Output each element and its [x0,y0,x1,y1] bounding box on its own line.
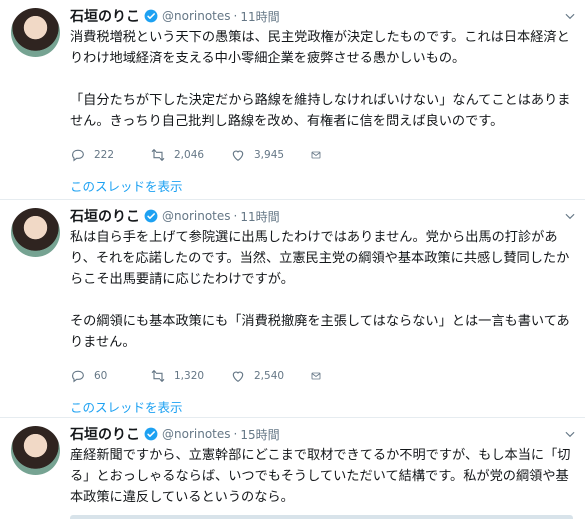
reply-button[interactable]: 222 [70,147,150,163]
author-handle[interactable]: @norinotes [162,209,231,223]
verified-badge-icon [144,209,158,223]
separator-dot: · [233,209,238,223]
separator-dot: · [233,9,238,23]
tweet-actions: 222 2,046 3,945 [70,138,573,172]
author-name[interactable]: 石垣のりこ [70,6,140,26]
retweet-button[interactable]: 2,046 [150,147,230,163]
tweet[interactable]: 石垣のりこ @norinotes · 11時間 私は自ら手を上げて参院選に出馬し… [0,200,585,418]
like-count: 2,540 [254,370,285,382]
like-count: 3,945 [254,149,285,161]
tweet-paragraph: 「自分たちが下した決定だから路線を維持しなければいけない」なんてことはありません… [70,93,571,129]
chevron-down-icon[interactable] [563,208,577,222]
like-button[interactable]: 3,945 [230,147,310,163]
author-handle[interactable]: @norinotes [162,9,231,23]
author-name[interactable]: 石垣のりこ [70,206,140,226]
author-name[interactable]: 石垣のりこ [70,424,140,444]
chevron-down-icon[interactable] [563,8,577,22]
like-button[interactable]: 2,540 [230,368,310,384]
reply-count: 222 [94,149,115,161]
tweet-timestamp[interactable]: 11時間 [240,208,279,225]
tweet[interactable]: 石垣のりこ @norinotes · 15時間 産経新聞ですから、立憲幹部にどこ… [0,418,585,519]
tweet-text: 産経新聞ですから、立憲幹部にどこまで取材できてるか不明ですが、もし本当に「切る」… [70,445,573,508]
tweet-text: 私は自ら手を上げて参院選に出馬したわけではありません。党から出馬の打診があり、そ… [70,227,573,353]
avatar[interactable] [11,8,60,57]
heart-icon [232,150,244,162]
show-thread-link[interactable]: このスレッドを表示 [70,172,573,202]
dm-button[interactable] [310,368,330,384]
envelope-icon [311,372,321,380]
tweet[interactable]: 石垣のりこ @norinotes · 11時間 消費税増税という天下の愚策は、民… [0,0,585,200]
verified-badge-icon [144,9,158,23]
reply-icon [72,370,84,383]
tweet-header: 石垣のりこ @norinotes · 11時間 [70,6,573,26]
tweet-header: 石垣のりこ @norinotes · 15時間 [70,424,573,444]
tweet-actions: 60 1,320 2,540 [70,359,573,393]
timeline-feed: 石垣のりこ @norinotes · 11時間 消費税増税という天下の愚策は、民… [0,0,585,519]
envelope-icon [311,151,321,159]
reply-button[interactable]: 60 [70,368,150,384]
verified-badge-icon [144,427,158,441]
tweet-header: 石垣のりこ @norinotes · 11時間 [70,206,573,226]
tweet-paragraph: その綱領にも基本政策にも「消費税撤廃を主張してはならない」とは一言も書いてありま… [70,314,570,350]
avatar[interactable] [11,208,60,257]
heart-icon [232,371,244,383]
separator-dot: · [233,427,238,441]
avatar[interactable] [11,426,60,475]
reply-icon [72,149,84,162]
author-handle[interactable]: @norinotes [162,427,231,441]
retweet-icon [151,148,165,162]
retweet-icon [151,369,165,383]
tweet-paragraph: 私は自ら手を上げて参院選に出馬したわけではありません。党から出馬の打診があり、そ… [70,230,570,287]
embedded-card-edge [70,515,573,519]
dm-button[interactable] [310,147,330,163]
retweet-button[interactable]: 1,320 [150,368,230,384]
retweet-count: 1,320 [174,370,205,382]
retweet-count: 2,046 [174,149,205,161]
chevron-down-icon[interactable] [563,426,577,440]
tweet-timestamp[interactable]: 11時間 [240,8,279,25]
tweet-paragraph: 産経新聞ですから、立憲幹部にどこまで取材できてるか不明ですが、もし本当に「切る」… [70,448,571,505]
tweet-paragraph: 消費税増税という天下の愚策は、民主党政権が決定したものです。これは日本経済とりわ… [70,30,570,66]
reply-count: 60 [94,370,108,382]
tweet-timestamp[interactable]: 15時間 [240,426,279,443]
tweet-text: 消費税増税という天下の愚策は、民主党政権が決定したものです。これは日本経済とりわ… [70,27,573,132]
